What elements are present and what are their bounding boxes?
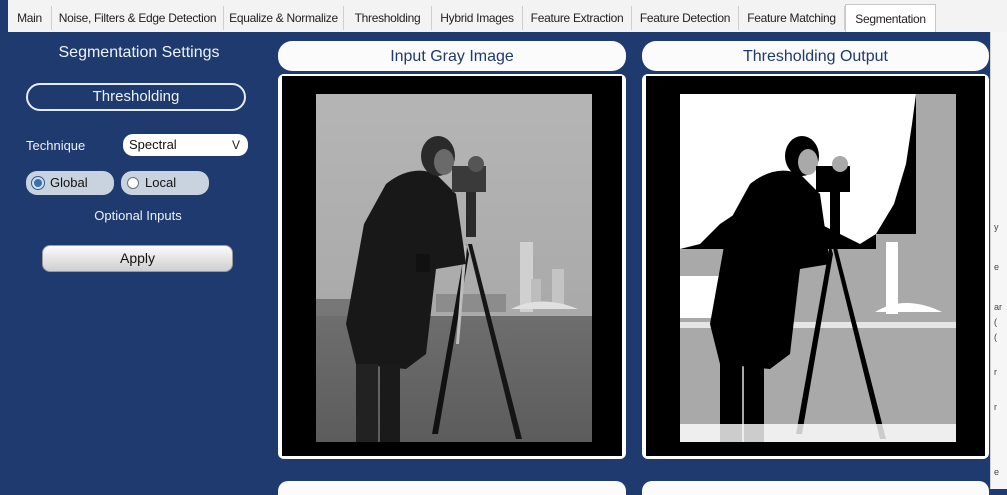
input-gray-image	[316, 94, 592, 442]
tab-hybrid-images[interactable]: Hybrid Images	[432, 6, 523, 30]
bottom-left-pill	[278, 481, 626, 495]
chevron-down-icon: V	[231, 138, 240, 152]
output-image-title: Thresholding Output	[642, 41, 989, 71]
mode-selector[interactable]: Thresholding	[26, 83, 246, 111]
radio-global-label: Global	[50, 175, 88, 190]
technique-label: Technique	[26, 138, 86, 153]
tab-segmentation[interactable]: Segmentation	[845, 4, 936, 32]
radio-global[interactable]: Global	[26, 171, 114, 195]
apply-button[interactable]: Apply	[42, 245, 233, 272]
radio-local-label: Local	[145, 175, 177, 190]
clipped-side-panel: y e ar ( ( r r e	[990, 32, 1007, 489]
radio-local[interactable]: Local	[121, 171, 209, 195]
tab-equalize-normalize[interactable]: Equalize & Normalize	[224, 6, 344, 30]
bottom-right-pill	[642, 481, 989, 495]
radio-unselected-icon	[127, 177, 139, 189]
tab-feature-matching[interactable]: Feature Matching	[739, 6, 845, 30]
thresholding-output-image	[680, 94, 956, 442]
tab-thresholding[interactable]: Thresholding	[344, 6, 432, 30]
settings-title: Segmentation Settings	[58, 44, 220, 61]
output-image-frame	[642, 74, 989, 459]
optional-inputs-label: Optional Inputs	[94, 208, 182, 223]
input-image-frame	[278, 74, 626, 459]
technique-value: Spectral	[129, 137, 177, 152]
tab-feature-extraction[interactable]: Feature Extraction	[523, 6, 632, 30]
technique-dropdown[interactable]: Spectral V	[123, 134, 248, 156]
tab-main[interactable]: Main	[8, 6, 52, 30]
input-image-title: Input Gray Image	[278, 41, 626, 71]
radio-selected-icon	[32, 177, 44, 189]
tab-feature-detection[interactable]: Feature Detection	[632, 6, 739, 30]
tab-noise-filters-edge[interactable]: Noise, Filters & Edge Detection	[52, 6, 224, 30]
tab-bar-edge	[0, 0, 8, 32]
tab-bar: Main Noise, Filters & Edge Detection Equ…	[0, 0, 1007, 33]
